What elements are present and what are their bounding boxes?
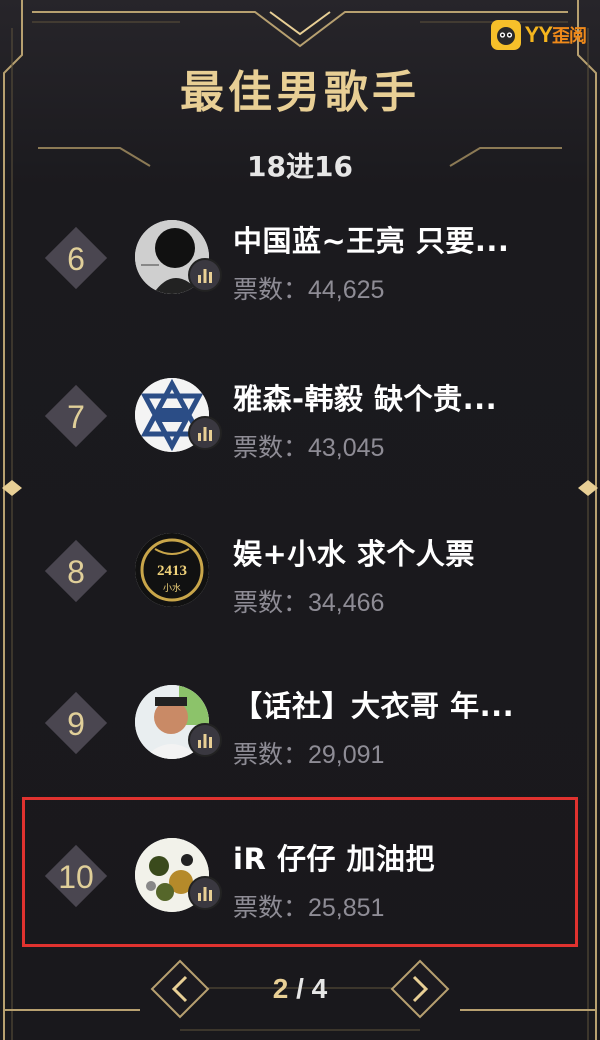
vote-chart-icon[interactable] [188,876,222,910]
yy-watermark-text: YY歪阅 [524,22,587,47]
pagination: 2 / 4 [0,959,600,1019]
vote-chart-icon[interactable] [188,416,222,450]
current-page: 2 [272,973,289,1004]
avatar-badge-label: 小水 [163,582,181,594]
chevron-right-icon [390,959,450,1019]
avatar-badge-number: 2413 [157,563,187,579]
vote-count: 票数：25,851 [233,894,385,922]
page-title: 最佳男歌手 [180,67,420,118]
vote-chart-icon[interactable] [188,723,222,757]
rank-number: 6 [67,241,85,277]
vote-count: 票数：34,466 [233,589,385,617]
vote-chart-icon[interactable] [188,258,222,292]
list-item[interactable]: 7 雅森-韩毅 缺个贵... 票数：43,045 [40,378,560,498]
rank-number: 8 [67,554,85,590]
list-item[interactable]: 6 中国蓝~王亮 只要... 票数：44,625 [40,220,560,340]
singer-name: 雅森-韩毅 缺个贵... [233,382,498,416]
vote-count: 票数：44,625 [233,276,385,304]
list-item[interactable]: 8 2413 小水 娱+小水 求个人票 票数：34,466 [40,533,560,653]
vote-count: 票数：29,091 [233,741,385,769]
rank-number: 9 [67,706,85,742]
list-item[interactable]: 9 【话社】大衣哥 年... 票数：29,091 [40,685,560,805]
vote-count: 票数：43,045 [233,434,385,462]
singer-name: iR 仔仔 加油把 [233,842,435,876]
next-page-button[interactable] [388,957,452,1021]
rank-number: 7 [67,399,85,435]
round-label: 18进16 [247,150,353,183]
total-pages: 4 [311,973,328,1004]
page-indicator: 2 / 4 [272,973,328,1004]
yy-logo-icon [490,20,521,50]
list-item[interactable]: 10 iR 仔仔 加油把 票数：25,851 [40,838,560,958]
yy-watermark: YY歪阅 [490,20,587,50]
singer-name: 娱+小水 求个人票 [233,537,475,571]
rank-number: 10 [58,859,94,895]
singer-name: 【话社】大衣哥 年... [233,689,515,723]
avatar[interactable]: 2413 小水 [135,533,209,607]
singer-name: 中国蓝~王亮 只要... [233,224,510,258]
ranking-panel: YY歪阅 最佳男歌手 18进16 6 中国蓝~王亮 只要... 票数：44,62… [0,0,600,1040]
